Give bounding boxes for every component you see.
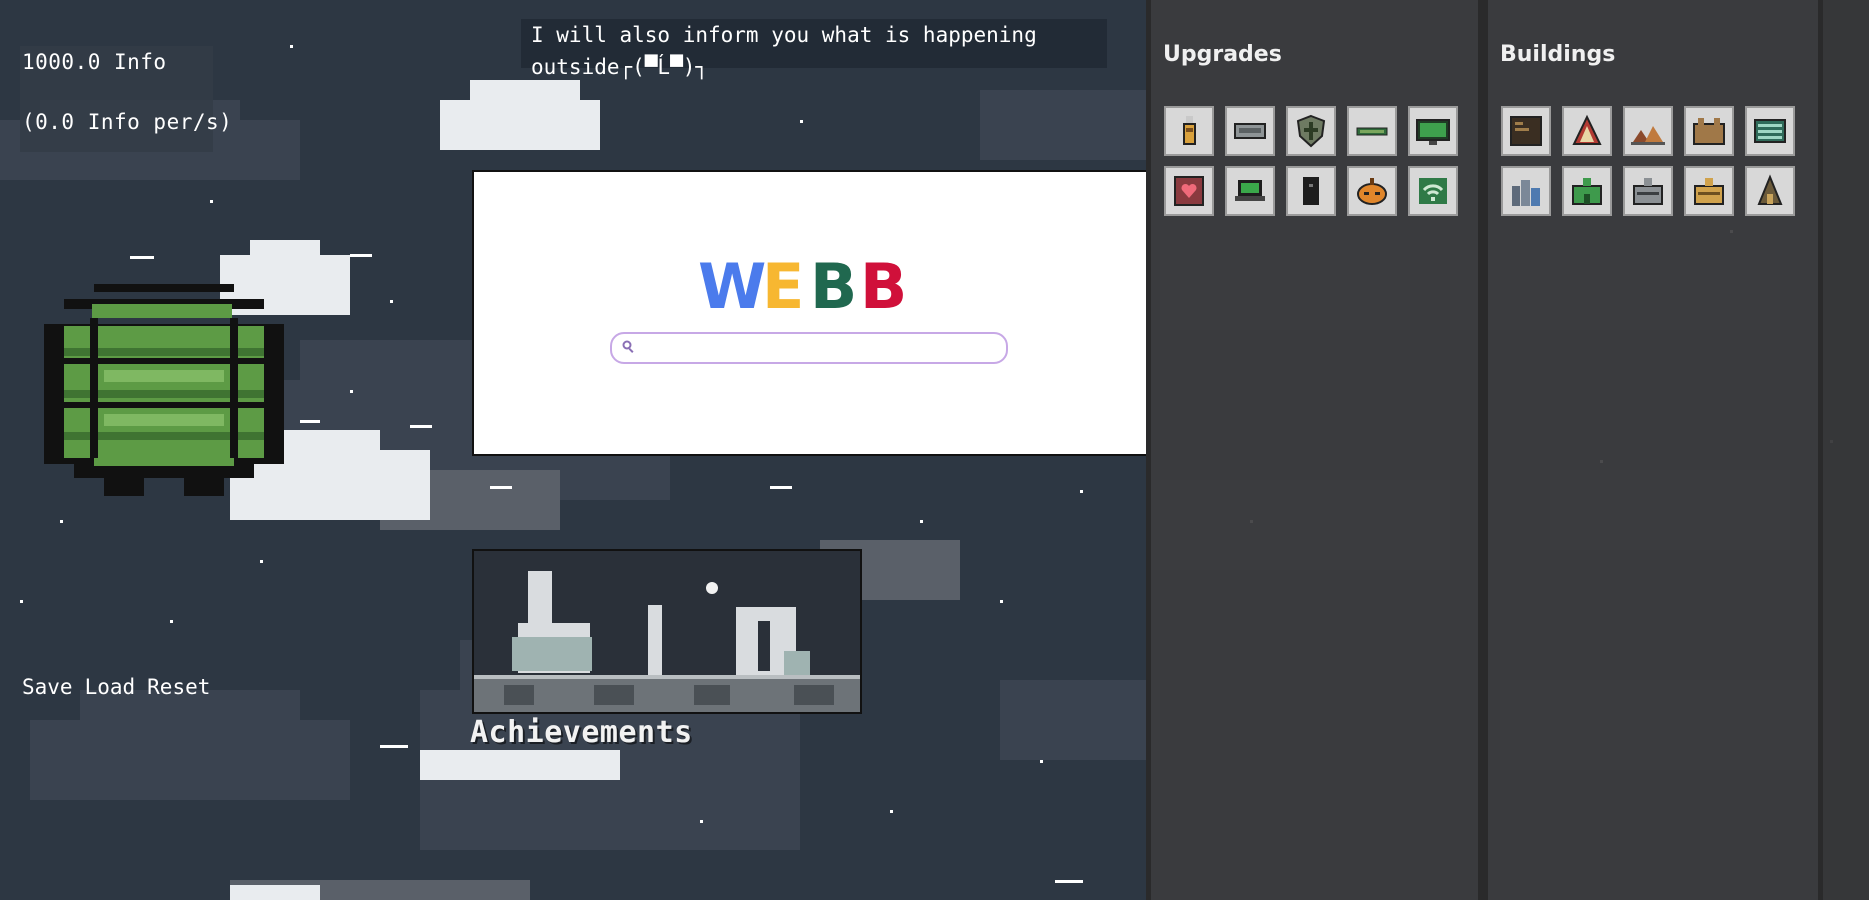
- news-line-2: outside┌(▀Ĺ▀)┐: [531, 55, 709, 79]
- upgrade-server-tower[interactable]: [1286, 166, 1336, 216]
- computer-screen-icon: [1510, 116, 1542, 146]
- pumpkin-bot-icon: [1357, 178, 1387, 205]
- warehouse-icon: [1693, 118, 1725, 145]
- svg-text:B: B: [860, 252, 907, 317]
- upgrade-shield[interactable]: [1286, 106, 1336, 156]
- building-tent-camp[interactable]: [1623, 106, 1673, 156]
- city-view: [472, 549, 862, 714]
- search-input[interactable]: [610, 332, 1008, 364]
- load-button[interactable]: Load: [85, 675, 136, 699]
- save-controls: Save Load Reset: [22, 675, 210, 699]
- save-button[interactable]: Save: [22, 675, 73, 699]
- upgrades-panel: Upgrades: [1146, 0, 1483, 900]
- building-computer[interactable]: [1501, 106, 1551, 156]
- news-ticker: I will also inform you what is happening…: [521, 19, 1107, 79]
- shield-icon: [1296, 114, 1326, 148]
- server-rack-icon: [1754, 119, 1786, 143]
- upgrade-monitor[interactable]: [1408, 106, 1458, 156]
- building-green[interactable]: [1562, 166, 1612, 216]
- server-tower-icon: [1303, 177, 1319, 205]
- achievements-title[interactable]: Achievements: [470, 715, 693, 750]
- svg-text:B: B: [810, 252, 857, 317]
- upgrade-heart-chip[interactable]: [1164, 166, 1214, 216]
- svg-text:W: W: [698, 252, 766, 317]
- upgrades-title: Upgrades: [1163, 42, 1282, 67]
- bank-icon: [1694, 178, 1724, 205]
- building-city[interactable]: [1501, 166, 1551, 216]
- wifi-icon: [1419, 178, 1447, 204]
- usb-stick-icon: [1183, 116, 1196, 145]
- buildings-grid: [1501, 106, 1795, 216]
- router-icon: [1234, 123, 1266, 139]
- info-counter: 1000.0 Info: [22, 50, 167, 74]
- info-rate: (0.0 Info per/s): [22, 110, 233, 134]
- buildings-panel: Buildings: [1483, 0, 1823, 900]
- heart-chip-icon: [1174, 176, 1204, 206]
- ram-stick-icon: [1356, 127, 1388, 136]
- building-warehouse[interactable]: [1684, 106, 1734, 156]
- reset-button[interactable]: Reset: [147, 675, 210, 699]
- search-icon: [622, 340, 634, 353]
- warning-tower-icon: [1572, 114, 1602, 145]
- news-line-1: I will also inform you what is happening: [531, 23, 1037, 47]
- laptop-icon: [1235, 180, 1265, 201]
- upgrade-pumpkin-bot[interactable]: [1347, 166, 1397, 216]
- office-icon: [1633, 178, 1663, 205]
- upgrade-router[interactable]: [1225, 106, 1275, 156]
- tent-camp-icon: [1631, 126, 1665, 145]
- castle-icon: [1757, 174, 1783, 205]
- green-building-icon: [1572, 178, 1602, 205]
- search-engine-panel: W E B B: [472, 170, 1150, 456]
- webb-logo: W E B B: [698, 252, 907, 317]
- buildings-title: Buildings: [1500, 42, 1616, 67]
- svg-text:E: E: [762, 252, 804, 317]
- building-server-rack[interactable]: [1745, 106, 1795, 156]
- upgrade-wifi[interactable]: [1408, 166, 1458, 216]
- planet-click-target[interactable]: [34, 274, 284, 502]
- upgrade-ram[interactable]: [1347, 106, 1397, 156]
- building-castle[interactable]: [1745, 166, 1795, 216]
- monitor-icon: [1416, 119, 1450, 145]
- building-warning-tower[interactable]: [1562, 106, 1612, 156]
- building-office[interactable]: [1623, 166, 1673, 216]
- upgrade-laptop[interactable]: [1225, 166, 1275, 216]
- upgrade-usb-stick[interactable]: [1164, 106, 1214, 156]
- building-bank[interactable]: [1684, 166, 1734, 216]
- city-icon: [1512, 180, 1540, 206]
- upgrades-grid: [1164, 106, 1458, 216]
- side-panel-edge: [1823, 0, 1869, 900]
- city-skyline-image: [474, 551, 860, 712]
